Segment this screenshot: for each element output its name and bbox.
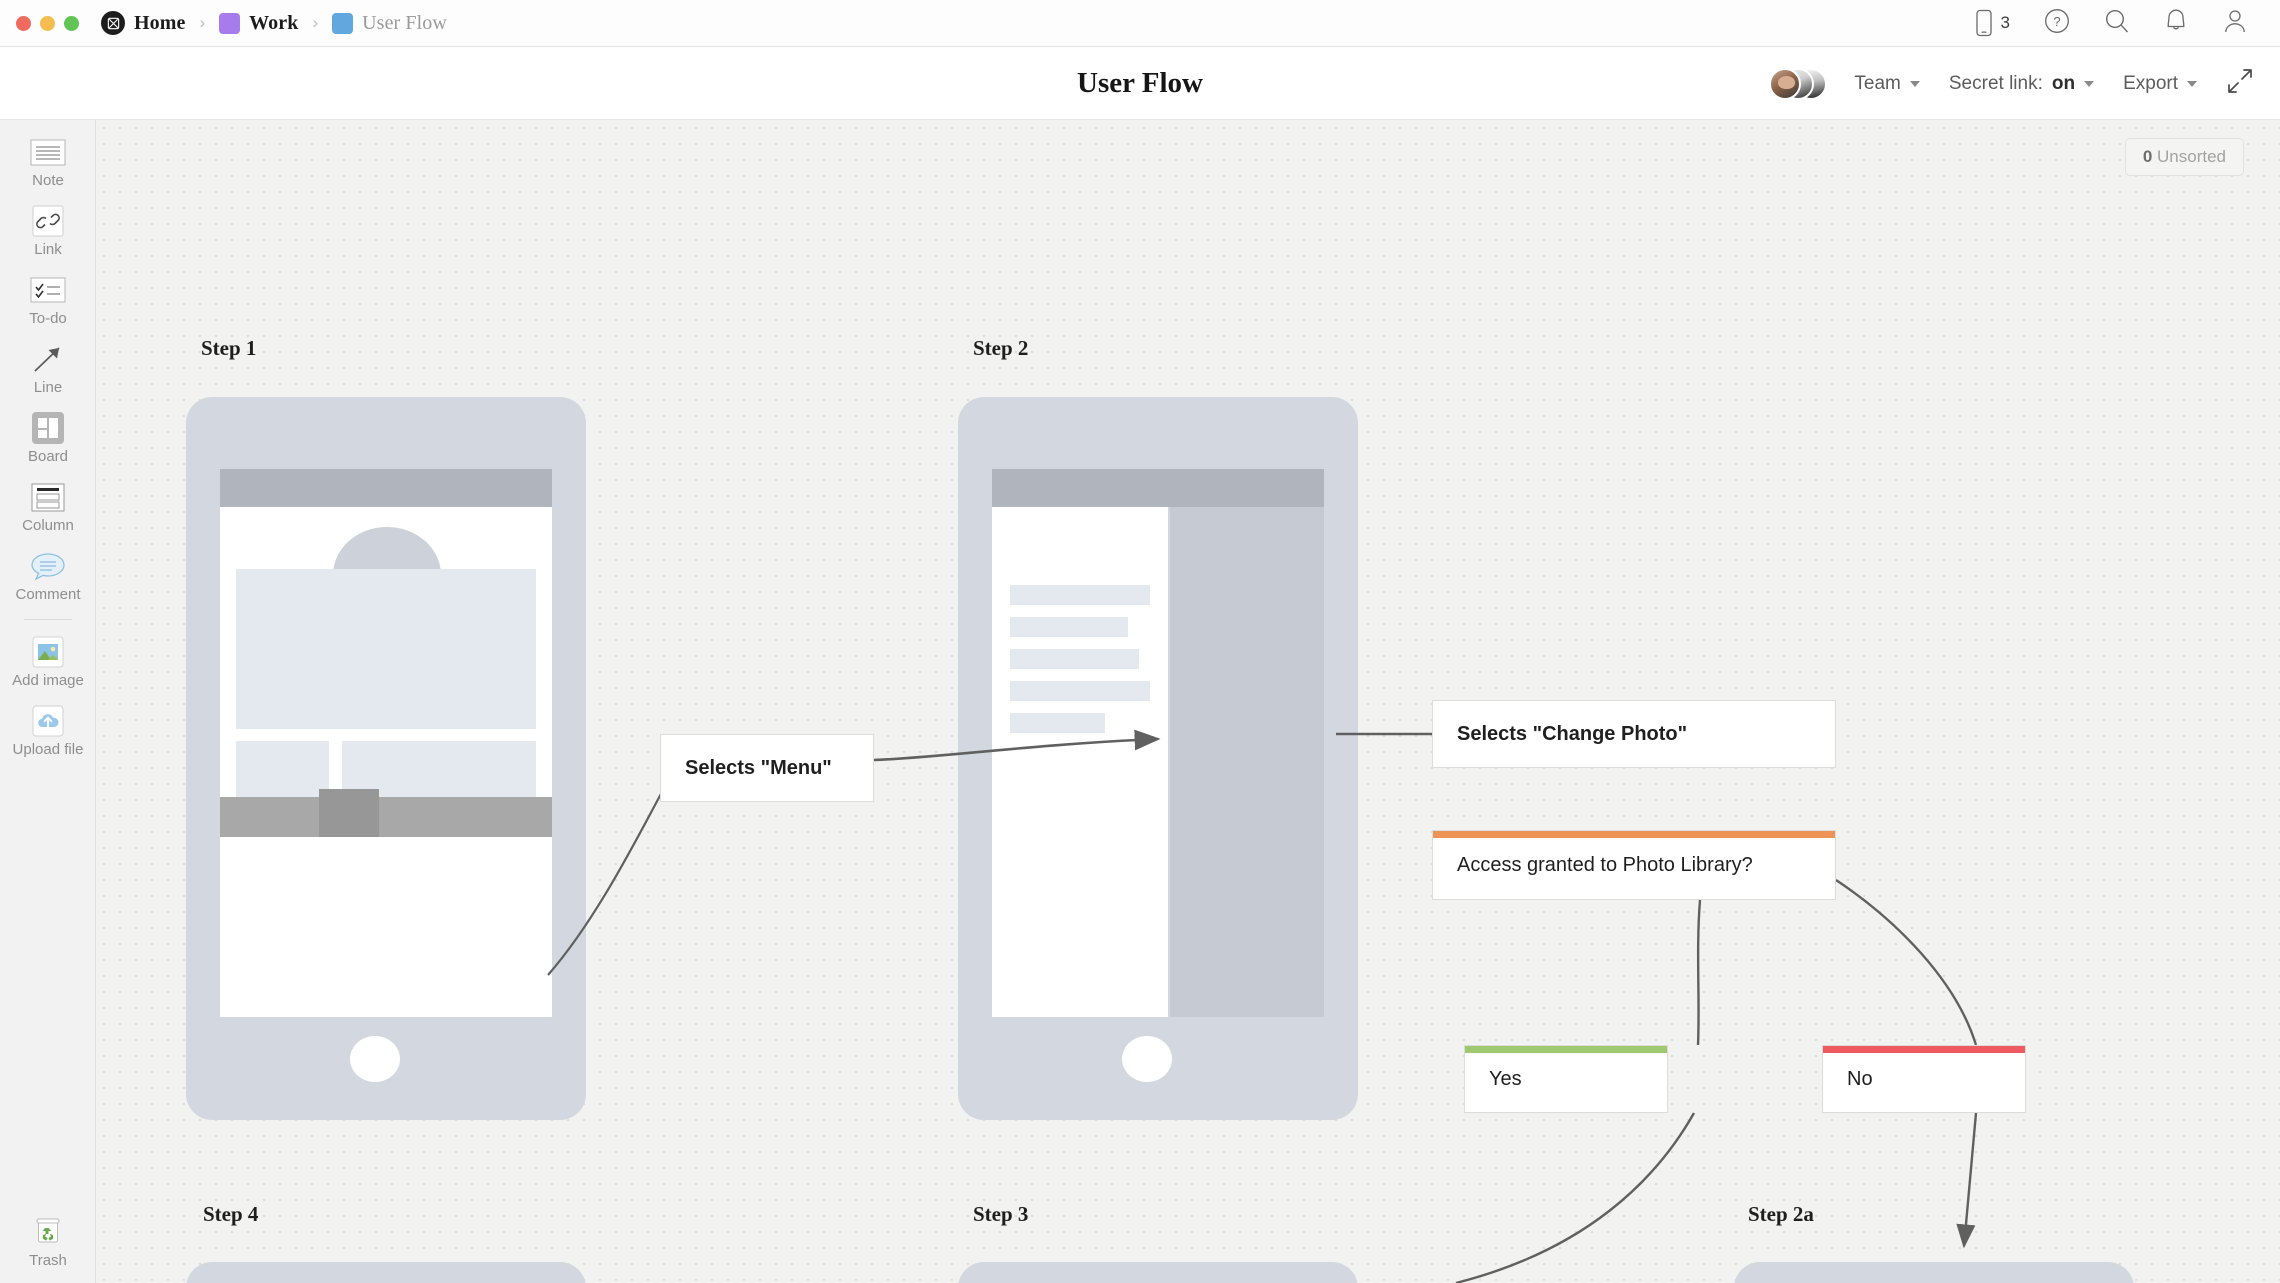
sidebar-label-link: Link [34, 241, 62, 258]
sidebar-label-note: Note [32, 172, 64, 189]
collaborator-avatars[interactable] [1769, 67, 1828, 100]
sidebar-item-link[interactable]: Link [0, 189, 96, 258]
card-selects-change-photo[interactable]: Selects "Change Photo" [1432, 700, 1836, 768]
app-logo-icon [101, 11, 125, 35]
svg-text:?: ? [2053, 14, 2060, 29]
card-label: No [1847, 1067, 1873, 1090]
connector-yes-to-step3 [1455, 1112, 1696, 1283]
maximize-window-button[interactable] [64, 15, 79, 31]
card-accent-bar [1465, 1046, 1667, 1053]
note-icon [29, 137, 67, 167]
sidebar-item-comment[interactable]: Comment [0, 534, 96, 603]
breadcrumb-item-work[interactable]: Work [219, 12, 298, 35]
card-yes[interactable]: Yes [1464, 1045, 1668, 1113]
link-icon [29, 205, 67, 237]
upload-cloud-icon [29, 705, 67, 737]
blue-swatch-icon [332, 12, 354, 34]
team-dropdown-label: Team [1854, 72, 1901, 94]
mobile-icon[interactable]: 3 [1974, 9, 2010, 37]
board-icon [29, 412, 67, 444]
document-header: User Flow Team Secret link: on Export [0, 47, 2280, 120]
breadcrumb-label-work: Work [249, 11, 299, 34]
todo-icon [29, 275, 67, 305]
sidebar-item-trash[interactable]: Trash [0, 1217, 96, 1269]
window-controls[interactable] [16, 15, 79, 31]
page-title: User Flow [1077, 66, 1203, 99]
team-dropdown[interactable]: Team [1854, 72, 1920, 95]
title-bar-actions: 3 ? [1974, 8, 2248, 39]
card-selects-menu[interactable]: Selects "Menu" [660, 734, 874, 802]
breadcrumb-label-home: Home [134, 11, 186, 34]
sidebar-item-upload-file[interactable]: Upload file [0, 689, 96, 758]
close-window-button[interactable] [16, 15, 31, 31]
connector-card-to-step2 [873, 729, 1161, 762]
chevron-down-icon [2084, 80, 2095, 87]
flow-canvas[interactable]: 0 Unsorted Step 1 Step 2 Step 4 Step 3 S… [96, 120, 2280, 1283]
sidebar-item-column[interactable]: Column [0, 465, 96, 534]
purple-swatch-icon [219, 12, 241, 34]
connector-no-to-step2a [1956, 1112, 1978, 1249]
trash-recycle-icon [29, 1217, 67, 1247]
app-window: Home › Work › User Flow 3 ? User Flow Te… [0, 0, 2280, 1283]
card-no[interactable]: No [1822, 1045, 2026, 1113]
title-bar: Home › Work › User Flow 3 ? [0, 0, 2280, 47]
card-label: Yes [1489, 1067, 1522, 1090]
card-accent-bar [1433, 831, 1835, 838]
sidebar-label-upload-file: Upload file [12, 741, 84, 758]
help-icon[interactable]: ? [2044, 8, 2070, 39]
chevron-down-icon [2187, 80, 2197, 87]
export-dropdown-label: Export [2123, 72, 2178, 94]
account-icon[interactable] [2222, 8, 2248, 39]
breadcrumb: Home › Work › User Flow [101, 11, 447, 35]
expand-arrows-icon[interactable] [2226, 67, 2254, 100]
sidebar-item-add-image[interactable]: Add image [0, 620, 96, 689]
card-label: Selects "Menu" [685, 756, 832, 779]
minimize-window-button[interactable] [40, 15, 55, 31]
sidebar-label-add-image: Add image [12, 672, 84, 689]
sidebar-item-note[interactable]: Note [0, 120, 96, 189]
breadcrumb-label-user-flow: User Flow [362, 11, 447, 34]
notifications-icon[interactable] [2164, 8, 2188, 39]
breadcrumb-item-user-flow[interactable]: User Flow [332, 12, 447, 35]
sidebar-label-column: Column [22, 517, 74, 534]
breadcrumb-separator: › [312, 13, 319, 32]
document-actions: Team Secret link: on Export [1769, 47, 2254, 120]
sidebar-label-trash: Trash [29, 1252, 67, 1269]
connector-question-to-yes [1696, 899, 1702, 1046]
card-access-granted[interactable]: Access granted to Photo Library? [1432, 830, 1836, 900]
export-dropdown[interactable]: Export [2123, 73, 2197, 95]
secret-link-label: Secret link: [1948, 72, 2043, 94]
card-label: Selects "Change Photo" [1457, 722, 1688, 745]
breadcrumb-item-home[interactable]: Home [101, 11, 186, 35]
connector-menu-to-card [547, 791, 663, 976]
search-icon[interactable] [2104, 8, 2130, 39]
breadcrumb-separator: › [199, 13, 206, 32]
card-label: Access granted to Photo Library? [1457, 853, 1753, 876]
secret-link-value: on [2051, 72, 2076, 94]
sidebar-item-line[interactable]: Line [0, 327, 96, 396]
column-icon [29, 482, 67, 512]
connector-question-to-no [1835, 879, 1978, 1046]
image-icon [29, 636, 67, 668]
mobile-device-count: 3 [2000, 13, 2010, 32]
chevron-down-icon [1909, 80, 1920, 87]
sidebar-label-todo: To-do [29, 310, 67, 327]
sidebar-item-todo[interactable]: To-do [0, 258, 96, 327]
comment-icon [29, 551, 67, 581]
secret-link-dropdown[interactable]: Secret link: on [1948, 72, 2095, 95]
sidebar-item-board[interactable]: Board [0, 396, 96, 465]
sidebar-label-line: Line [33, 379, 63, 396]
sidebar-label-comment: Comment [15, 586, 81, 603]
tool-sidebar: Note Link To-do Line Board Column Commen… [0, 120, 96, 1283]
sidebar-label-board: Board [27, 448, 69, 465]
card-accent-bar [1823, 1046, 2025, 1053]
avatar [1769, 67, 1802, 100]
line-arrow-icon [29, 344, 67, 374]
